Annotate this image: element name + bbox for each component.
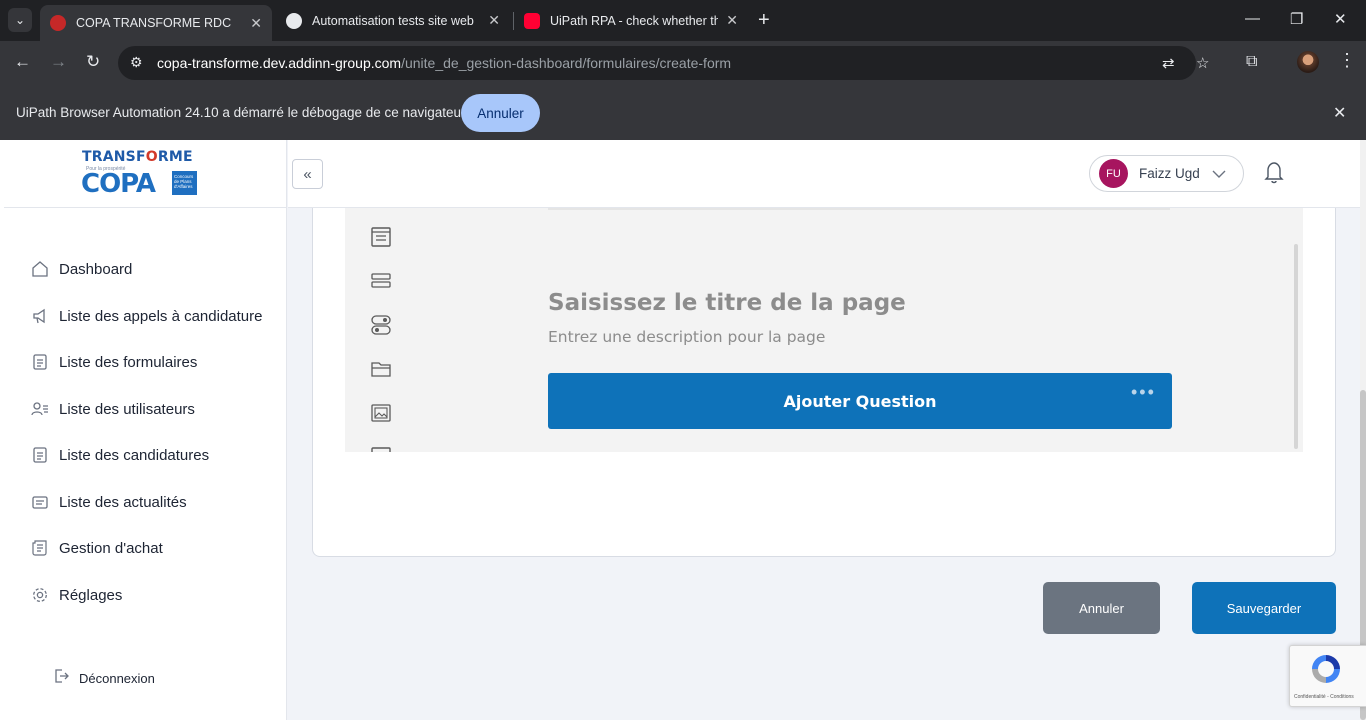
profile-avatar[interactable]	[1297, 51, 1319, 73]
tab-title: UiPath RPA - check whether the	[550, 13, 719, 28]
page-scrollbar[interactable]	[1360, 140, 1366, 720]
document-icon	[30, 445, 50, 465]
recaptcha-badge[interactable]: Confidentialité - Conditions	[1289, 645, 1366, 707]
browser-menu-icon[interactable]: ⋮	[1338, 50, 1356, 71]
maximize-icon[interactable]: ❐	[1290, 10, 1303, 28]
cancel-button[interactable]: Annuler	[1043, 582, 1160, 634]
recaptcha-terms[interactable]: Confidentialité - Conditions	[1294, 694, 1354, 700]
browser-toolbar: ← → ↻ ⚙ copa-transforme.dev.addinn-group…	[0, 41, 1366, 86]
text-fields-icon[interactable]	[370, 270, 392, 292]
infobar-close-icon[interactable]: ✕	[1333, 103, 1346, 123]
sidebar-item-label: Liste des formulaires	[59, 353, 198, 371]
translate-icon[interactable]: ⇄	[1162, 54, 1175, 72]
more-options-icon[interactable]: •••	[1131, 382, 1156, 403]
logo-badge: Concours de Plans d'Affaires	[172, 171, 197, 195]
extensions-icon[interactable]: ⧉	[1246, 53, 1257, 71]
divider	[548, 208, 1170, 210]
logout-button[interactable]: Déconnexion	[52, 667, 155, 690]
sidebar-item-appels[interactable]: Liste des appels à candidature	[30, 302, 280, 330]
chevron-down-icon	[1212, 167, 1226, 181]
sidebar-item-dashboard[interactable]: Dashboard	[30, 255, 280, 283]
toolbox	[345, 208, 417, 452]
save-button[interactable]: Sauvegarder	[1192, 582, 1336, 634]
avatar: FU	[1099, 159, 1128, 188]
infobar-message: UiPath Browser Automation 24.10 a démarr…	[16, 105, 466, 120]
image-icon[interactable]	[370, 402, 392, 424]
sidebar-item-achat[interactable]: Gestion d'achat	[30, 534, 280, 562]
receipt-icon	[30, 538, 50, 558]
add-question-button[interactable]: Ajouter Question	[548, 373, 1172, 429]
designer-scrollbar[interactable]	[1294, 244, 1298, 449]
logo-wordmark-copa: COPA	[81, 169, 156, 199]
sidebar-item-candidatures[interactable]: Liste des candidatures	[30, 441, 280, 469]
users-list-icon	[30, 399, 50, 419]
sidebar-item-label: Liste des candidatures	[59, 446, 210, 464]
url-host: copa-transforme.dev.addinn-group.com	[157, 55, 402, 71]
logo-part: O	[145, 149, 158, 165]
window-close-icon[interactable]: ✕	[1334, 10, 1347, 28]
user-menu[interactable]: FU Faizz Ugd	[1089, 155, 1244, 192]
page-title-input[interactable]: Saisissez le titre de la page	[548, 290, 906, 316]
minimize-icon[interactable]: —	[1245, 10, 1260, 27]
megaphone-icon	[30, 306, 50, 326]
tab-uipath-youtube[interactable]: UiPath RPA - check whether the ✕	[514, 5, 748, 36]
infobar-cancel-button[interactable]: Annuler	[461, 94, 540, 132]
logo-part: TRANSF	[82, 149, 146, 165]
sidebar-item-actualites[interactable]: Liste des actualités	[30, 488, 280, 516]
site-info-icon[interactable]: ⚙	[130, 54, 143, 71]
tab-title: Automatisation tests site web	[312, 13, 474, 28]
tab-search-button[interactable]: ⌄	[8, 8, 32, 32]
openai-favicon	[286, 12, 302, 29]
copa-favicon	[50, 15, 66, 31]
debug-infobar: UiPath Browser Automation 24.10 a démarr…	[0, 86, 1366, 140]
sidebar-item-formulaires[interactable]: Liste des formulaires	[30, 348, 280, 376]
folder-icon[interactable]	[370, 358, 392, 380]
form-designer: Saisissez le titre de la page Entrez une…	[345, 208, 1303, 452]
sidebar-item-utilisateurs[interactable]: Liste des utilisateurs	[30, 395, 280, 423]
url-text: copa-transforme.dev.addinn-group.com/uni…	[157, 55, 731, 71]
sidebar-item-label: Dashboard	[59, 260, 133, 278]
tab-automatisation[interactable]: Automatisation tests site web ✕	[276, 5, 510, 36]
sidebar-item-label: Gestion d'achat	[59, 539, 163, 557]
logo-wordmark-top: TRANSFORME	[82, 149, 193, 165]
sidebar-item-label: Liste des actualités	[59, 493, 187, 511]
news-icon	[30, 492, 50, 512]
panel-icon[interactable]	[370, 226, 392, 248]
forward-icon[interactable]: →	[50, 52, 67, 72]
new-tab-icon[interactable]: +	[758, 9, 770, 32]
reload-icon[interactable]: ↻	[86, 52, 100, 72]
logout-label: Déconnexion	[79, 671, 155, 686]
logout-icon	[52, 667, 70, 690]
bookmark-star-icon[interactable]: ☆	[1196, 54, 1209, 72]
form-icon	[30, 352, 50, 372]
page-description-input[interactable]: Entrez une description pour la page	[548, 328, 825, 346]
notification-bell-icon[interactable]	[1263, 160, 1285, 184]
close-icon[interactable]: ✕	[250, 15, 262, 32]
recaptcha-icon	[1308, 651, 1344, 687]
user-name: Faizz Ugd	[1139, 166, 1200, 181]
home-icon	[30, 259, 50, 279]
close-icon[interactable]: ✕	[488, 12, 500, 29]
tab-title: COPA TRANSFORME RDC	[76, 16, 232, 30]
gear-icon	[30, 585, 50, 605]
sidebar-item-label: Réglages	[59, 586, 123, 604]
sidebar: TRANSFORME Pour la prospérité COPA Conco…	[0, 140, 287, 720]
url-path: /unite_de_gestion-dashboard/formulaires/…	[401, 55, 732, 71]
sidebar-item-label: Liste des appels à candidature	[59, 307, 263, 325]
logo-part: RME	[157, 149, 193, 165]
sidebar-item-label: Liste des utilisateurs	[59, 400, 195, 418]
close-icon[interactable]: ✕	[726, 12, 738, 29]
collapse-sidebar-icon[interactable]: «	[292, 159, 323, 189]
address-bar[interactable]: ⚙ copa-transforme.dev.addinn-group.com/u…	[118, 46, 1209, 80]
more-tool-icon[interactable]	[370, 446, 392, 452]
app-header: « FU Faizz Ugd	[288, 140, 1360, 208]
browser-tab-bar: ⌄ COPA TRANSFORME RDC ✕ Automatisation t…	[0, 0, 1366, 41]
back-icon[interactable]: ←	[14, 52, 31, 72]
tab-copa[interactable]: COPA TRANSFORME RDC ✕	[40, 5, 272, 41]
toggle-icon[interactable]	[370, 314, 392, 336]
logo[interactable]: TRANSFORME Pour la prospérité COPA Conco…	[4, 140, 286, 208]
sidebar-item-reglages[interactable]: Réglages	[30, 581, 280, 609]
youtube-favicon	[524, 12, 540, 29]
